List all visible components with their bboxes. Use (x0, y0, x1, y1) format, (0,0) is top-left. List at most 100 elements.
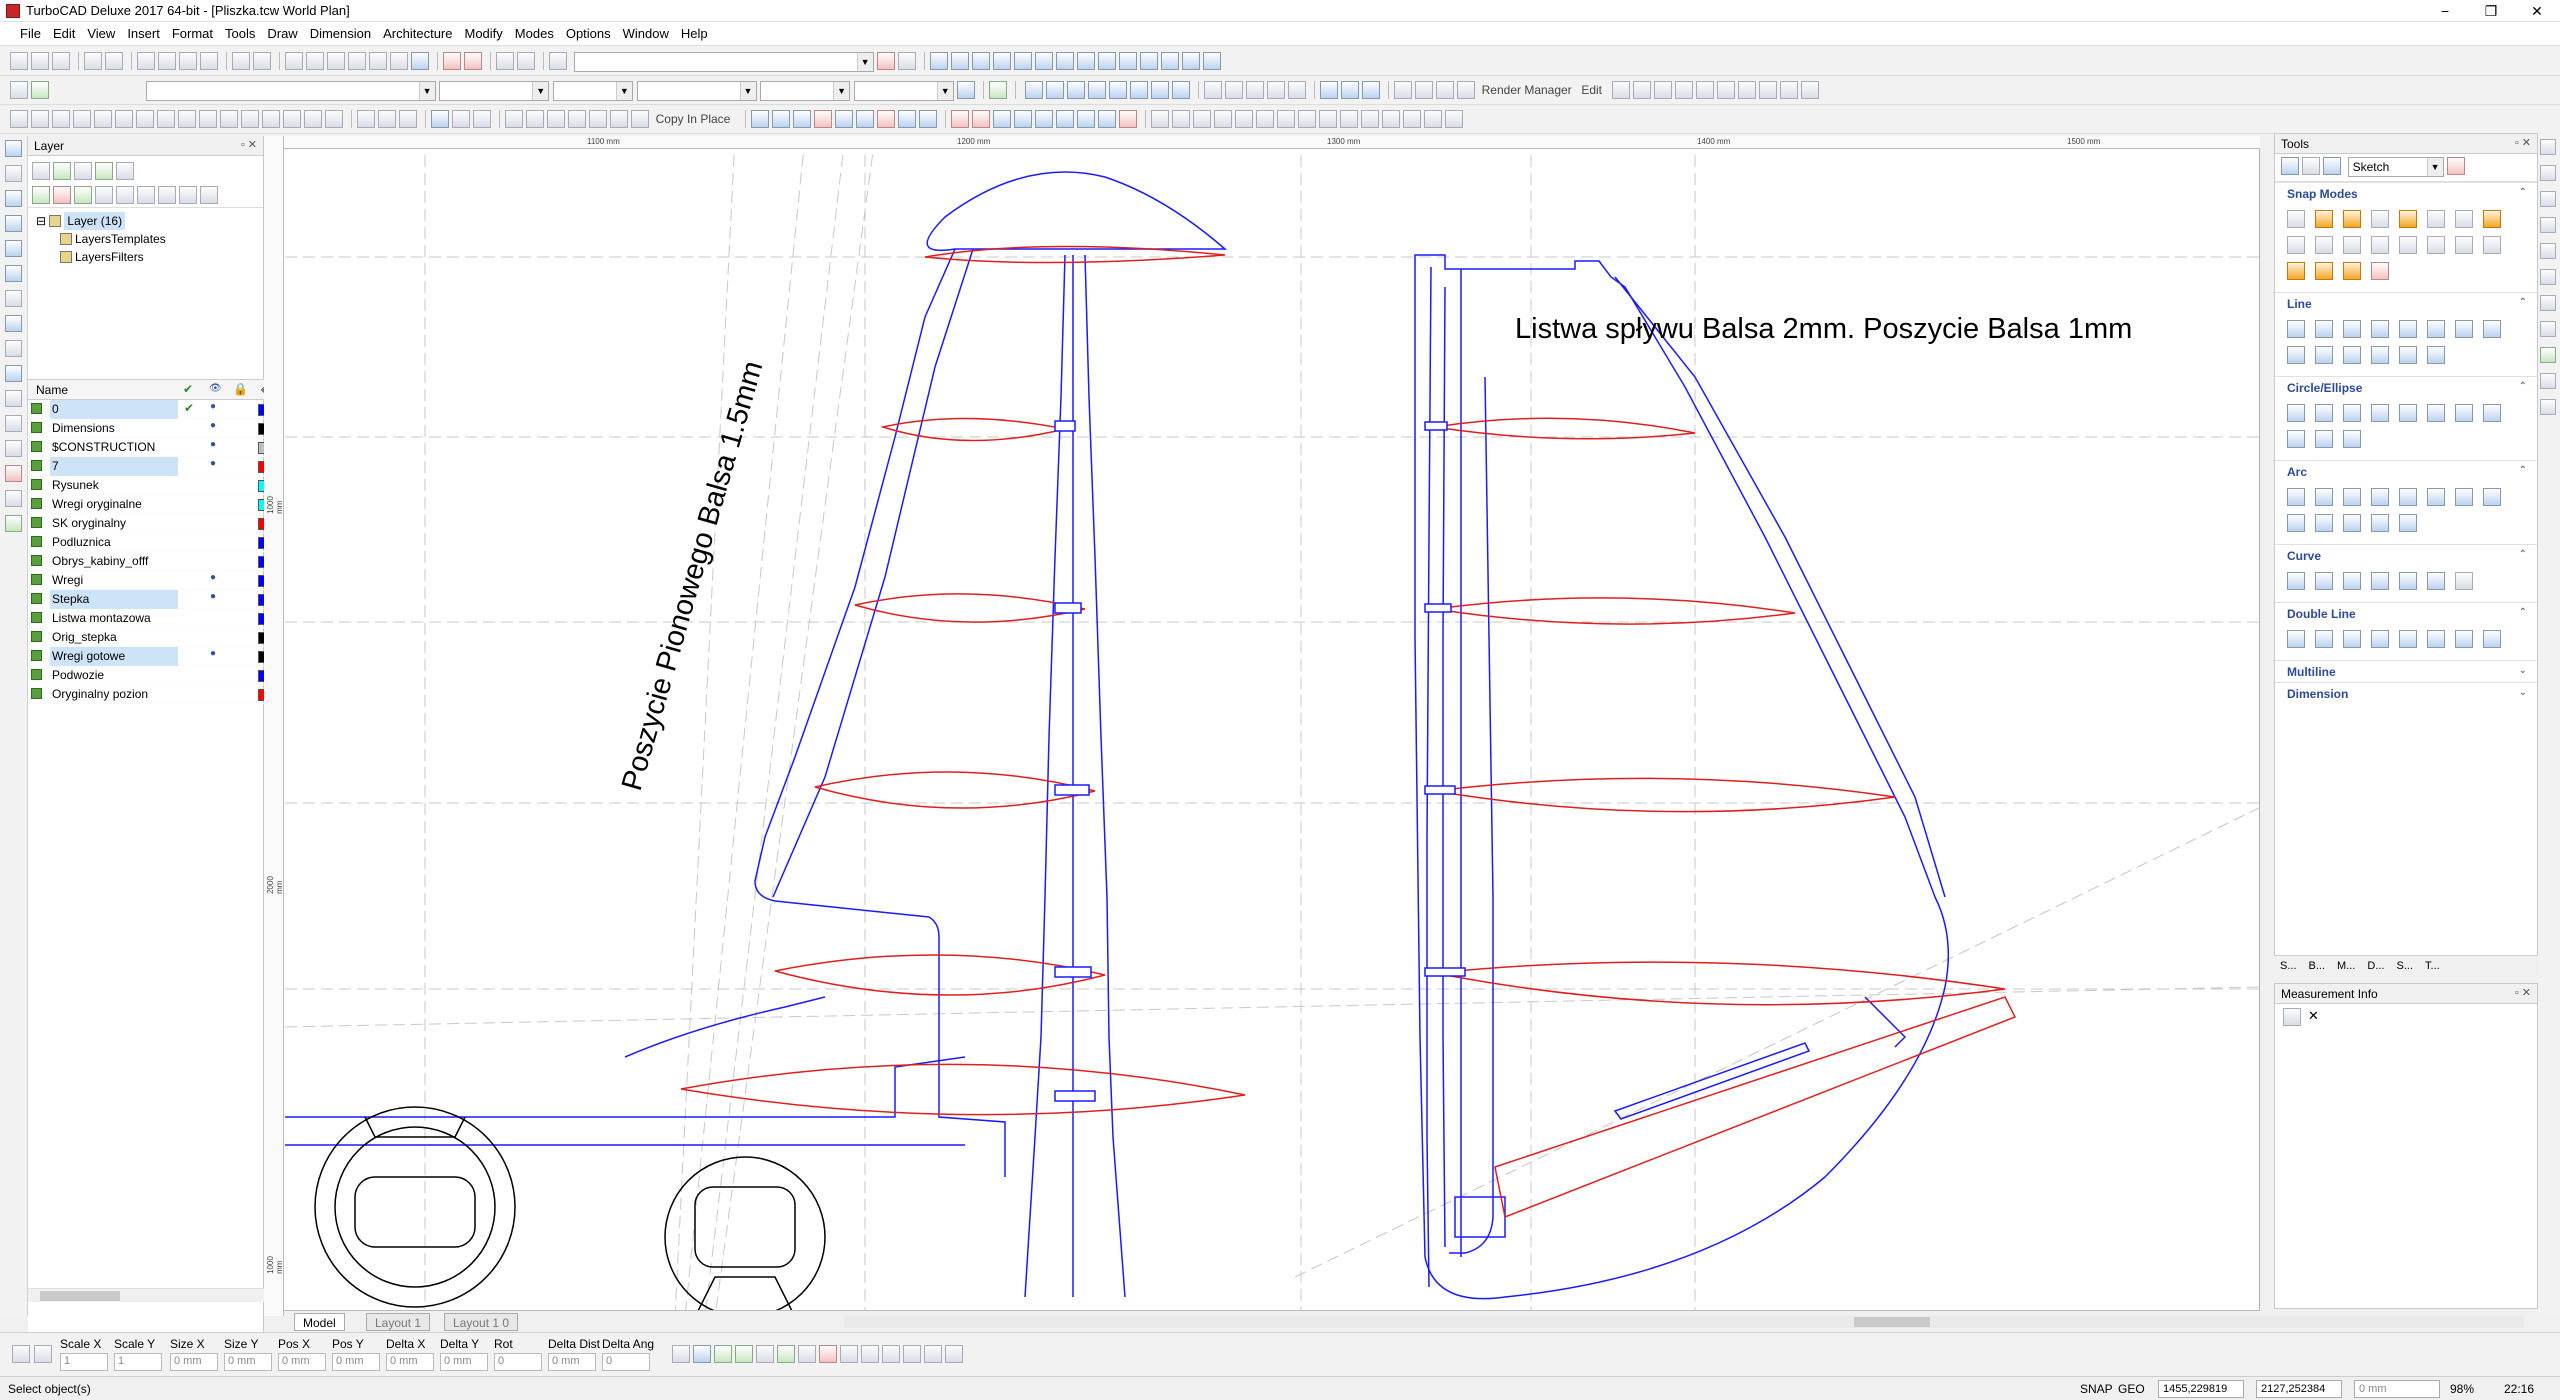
info-tool-4-icon[interactable] (735, 1345, 753, 1363)
visible-eye-icon[interactable]: ● (210, 401, 216, 412)
extra-13-icon[interactable] (1402, 110, 1421, 128)
arc-1-icon[interactable] (2287, 488, 2305, 506)
tab-model[interactable]: Model (294, 1313, 345, 1331)
dline-2-icon[interactable] (2315, 630, 2333, 648)
extend-icon[interactable] (1182, 52, 1201, 70)
layer-name[interactable]: Dimensions (50, 419, 178, 438)
copy-1-icon[interactable] (505, 110, 523, 128)
fillet-icon[interactable] (950, 110, 969, 128)
snap-align-icon[interactable] (2315, 262, 2333, 280)
info-tool-8-icon[interactable] (819, 1345, 837, 1363)
layer-row[interactable]: Wregi gotowe ● (28, 647, 278, 666)
join-icon[interactable] (452, 110, 470, 128)
distance-field[interactable]: 0 mm (2354, 1380, 2440, 1398)
layer-name[interactable]: Wregi gotowe (50, 647, 178, 666)
line-multi-icon[interactable] (2315, 320, 2333, 338)
cut-icon[interactable] (137, 52, 155, 70)
material-icon[interactable] (1674, 81, 1693, 99)
tools-tab-m[interactable]: M... (2331, 956, 2361, 976)
layer-name[interactable]: SK oryginalny (50, 514, 178, 533)
layer-eye-icon[interactable] (179, 186, 197, 204)
copy-3-icon[interactable] (547, 110, 565, 128)
image-tool-icon[interactable] (5, 515, 22, 532)
layer-name[interactable]: Obrys_kabiny_offf (50, 552, 178, 571)
draw-3-icon[interactable] (792, 110, 811, 128)
edit-tool-icon[interactable] (5, 165, 22, 182)
layer-set-current-icon[interactable] (74, 186, 92, 204)
lineweight-combo[interactable]: ▼ (760, 81, 851, 101)
cube-1-icon[interactable] (1204, 81, 1222, 99)
rs-4-icon[interactable] (2540, 217, 2556, 233)
dline-7-icon[interactable] (2455, 630, 2473, 648)
line-rectangle-icon[interactable] (2371, 320, 2389, 338)
info-tool-12-icon[interactable] (903, 1345, 921, 1363)
render-1-icon[interactable] (1394, 81, 1412, 99)
visible-eye-icon[interactable]: ● (210, 420, 216, 431)
tools-close-icon[interactable]: ▫ ✕ (2515, 136, 2531, 149)
layer-icon[interactable] (31, 81, 49, 99)
layer-name[interactable]: Orig_stepka (50, 628, 178, 647)
curve-3-icon[interactable] (2343, 572, 2361, 590)
rs-9-icon[interactable] (2540, 347, 2556, 363)
col-visible-icon[interactable]: 👁 (209, 383, 222, 394)
snap-nearest-icon[interactable] (2315, 210, 2333, 228)
undo-icon[interactable] (232, 52, 250, 70)
linetype-combo[interactable]: ▼ (636, 81, 757, 101)
smooth-icon[interactable] (1035, 52, 1054, 70)
snap-magnet-icon[interactable] (2287, 262, 2305, 280)
minimize-button[interactable]: − (2422, 0, 2468, 22)
restore-button[interactable]: ❐ (2468, 0, 2514, 22)
walk-icon[interactable] (1695, 81, 1714, 99)
rs-1-icon[interactable] (2540, 139, 2556, 155)
select-5-icon[interactable] (94, 110, 112, 128)
camera-2-icon[interactable] (1632, 81, 1651, 99)
draw-5-icon[interactable] (834, 110, 853, 128)
extra-9-icon[interactable] (1318, 110, 1337, 128)
layer-row[interactable]: Podwozie (28, 666, 278, 685)
property-value[interactable]: 0 (602, 1353, 650, 1371)
extra-3-icon[interactable] (1192, 110, 1211, 128)
circle-tangent2-icon[interactable] (2427, 404, 2445, 422)
zoom-in-icon[interactable] (285, 52, 303, 70)
snap-center-icon[interactable] (2371, 210, 2389, 228)
group-3-icon[interactable] (399, 110, 417, 128)
select-13-icon[interactable] (262, 110, 280, 128)
panel-close-icon[interactable]: ▫ ✕ (241, 138, 257, 151)
layer-hscroll-thumb[interactable] (40, 1291, 120, 1301)
info-tool-1-icon[interactable] (672, 1345, 690, 1363)
close-button[interactable]: ✕ (2514, 0, 2560, 22)
render-manager-label[interactable]: Render Manager (1482, 81, 1572, 97)
zoom-window-icon[interactable] (327, 52, 345, 70)
redraw-icon[interactable] (411, 52, 429, 70)
render-3-icon[interactable] (1436, 81, 1454, 99)
current-layer-check-icon[interactable]: ✔ (184, 401, 194, 415)
arc-3-icon[interactable] (2343, 488, 2361, 506)
layer-row[interactable]: Obrys_kabiny_offf (28, 552, 278, 571)
rs-6-icon[interactable] (2540, 269, 2556, 285)
dim-icon[interactable] (1097, 110, 1116, 128)
rs-3-icon[interactable] (2540, 191, 2556, 207)
ellipse-tangent-icon[interactable] (2343, 430, 2361, 448)
text-icon[interactable] (1055, 110, 1074, 128)
tree-root[interactable]: ⊟ Layer (16) (36, 212, 255, 230)
property-value[interactable]: 0 (494, 1353, 542, 1371)
extra-14-icon[interactable] (1423, 110, 1442, 128)
palette-icon[interactable] (2447, 157, 2466, 175)
edit-icon[interactable] (2302, 157, 2320, 175)
zoom-extents-icon[interactable] (348, 52, 366, 70)
array-icon[interactable] (473, 110, 491, 128)
layer-row[interactable]: 0 ✔ ● (28, 400, 278, 419)
arc-2-icon[interactable] (2315, 488, 2333, 506)
scale-icon[interactable] (1119, 52, 1138, 70)
select-15-icon[interactable] (304, 110, 322, 128)
circle-3pt-icon[interactable] (2371, 404, 2389, 422)
arc-9-icon[interactable] (2287, 514, 2305, 532)
layer-filter-icon[interactable] (95, 162, 113, 180)
view-3-icon[interactable] (1067, 81, 1085, 99)
spline-icon[interactable] (1014, 52, 1033, 70)
move-tool-icon[interactable] (5, 440, 22, 457)
bezier-icon[interactable] (972, 52, 991, 70)
info-tool-7-icon[interactable] (798, 1345, 816, 1363)
ellipse-fixed-icon[interactable] (2315, 430, 2333, 448)
command-combo[interactable]: ▼ (573, 52, 874, 72)
